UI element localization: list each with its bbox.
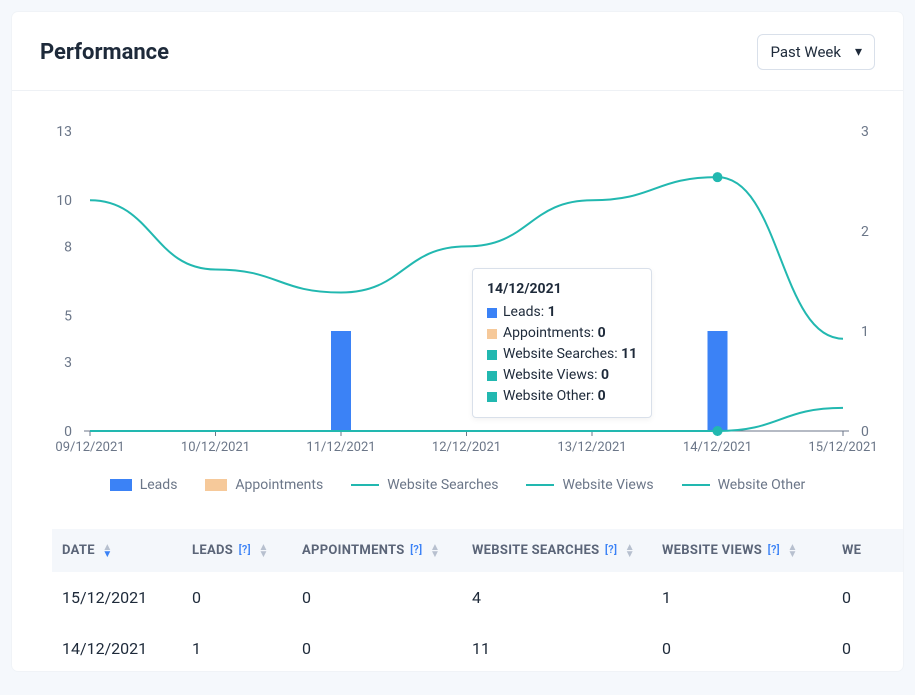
- svg-text:3: 3: [861, 124, 869, 140]
- col-leads[interactable]: LEADS [?] ▲▼: [182, 529, 292, 572]
- svg-text:11/12/2021: 11/12/2021: [306, 440, 375, 455]
- svg-text:1: 1: [861, 324, 869, 340]
- help-icon[interactable]: [?]: [239, 543, 251, 556]
- legend-swatch-other: [682, 484, 710, 486]
- svg-text:12/12/2021: 12/12/2021: [432, 440, 501, 455]
- svg-text:13/12/2021: 13/12/2021: [557, 440, 626, 455]
- help-icon[interactable]: [?]: [605, 543, 617, 556]
- page-title: Performance: [40, 40, 169, 65]
- table-cell: 0: [292, 623, 462, 671]
- legend-views[interactable]: Website Views: [526, 477, 653, 493]
- timerange-dropdown[interactable]: Past Week ▾: [757, 34, 875, 70]
- sort-icon: ▲▼: [430, 544, 440, 558]
- table-cell: 0: [652, 623, 832, 671]
- col-date[interactable]: DATE ▲▼: [52, 529, 182, 572]
- chart-canvas: 0 3 5 8 10 13 0 1 2 3 09/12/2021 10/12/2021 11/12/20…: [12, 111, 903, 471]
- table-header-row: DATE ▲▼ LEADS [?] ▲▼ APPOINTMENTS [?] ▲▼: [52, 529, 903, 572]
- tooltip-swatch: [487, 329, 497, 339]
- performance-chart[interactable]: 0 3 5 8 10 13 0 1 2 3 09/12/2021 10/12/2021 11/12/20…: [12, 111, 903, 511]
- table-cell: 0: [832, 623, 903, 671]
- sort-icon: ▲▼: [102, 544, 112, 558]
- table-cell: 14/12/2021: [52, 623, 182, 671]
- table-cell: 0: [292, 572, 462, 623]
- table-cell: 4: [462, 572, 652, 623]
- tooltip-row: Website Searches: 11: [487, 344, 637, 365]
- svg-text:2: 2: [861, 224, 869, 240]
- svg-text:5: 5: [64, 309, 72, 325]
- legend-swatch-searches: [351, 484, 379, 486]
- table-cell: 15/12/2021: [52, 572, 182, 623]
- svg-text:0: 0: [64, 424, 72, 440]
- chevron-down-icon: ▾: [855, 44, 862, 60]
- tooltip-row: Leads: 1: [487, 302, 637, 323]
- timerange-selected: Past Week: [770, 43, 841, 61]
- svg-text:10: 10: [56, 193, 72, 209]
- sort-icon: ▲▼: [258, 544, 268, 558]
- tooltip-swatch: [487, 371, 497, 381]
- svg-text:14/12/2021: 14/12/2021: [683, 440, 752, 455]
- table-cell: 11: [462, 623, 652, 671]
- svg-text:3: 3: [64, 355, 72, 371]
- legend-searches[interactable]: Website Searches: [351, 477, 498, 493]
- card-header: Performance Past Week ▾: [12, 12, 903, 91]
- svg-text:0: 0: [861, 424, 869, 440]
- svg-text:13: 13: [56, 124, 72, 140]
- tooltip-row: Appointments: 0: [487, 323, 637, 344]
- col-other[interactable]: WE: [832, 529, 903, 572]
- svg-text:10/12/2021: 10/12/2021: [181, 440, 250, 455]
- tooltip-row: Website Views: 0: [487, 365, 637, 386]
- legend-swatch-views: [526, 484, 554, 486]
- performance-card: Performance Past Week ▾ 03581013012309/1…: [12, 12, 903, 671]
- col-appointments[interactable]: APPOINTMENTS [?] ▲▼: [292, 529, 462, 572]
- table-row[interactable]: 15/12/202100410: [52, 572, 903, 623]
- legend-swatch-appointments: [205, 479, 227, 491]
- tooltip-date: 14/12/2021: [487, 279, 637, 300]
- legend-other[interactable]: Website Other: [682, 477, 806, 493]
- legend-leads[interactable]: Leads: [110, 477, 178, 493]
- tooltip-swatch: [487, 350, 497, 360]
- table-cell: 1: [652, 572, 832, 623]
- svg-text:8: 8: [64, 239, 72, 255]
- table-cell: 1: [182, 623, 292, 671]
- col-views[interactable]: WEBSITE VIEWS [?] ▲▼: [652, 529, 832, 572]
- chart-legend: Leads Appointments Website Searches Webs…: [12, 477, 903, 493]
- data-table: DATE ▲▼ LEADS [?] ▲▼ APPOINTMENTS [?] ▲▼: [52, 529, 903, 671]
- tooltip-row: Website Other: 0: [487, 386, 637, 407]
- table-row[interactable]: 14/12/2021101100: [52, 623, 903, 671]
- chart-tooltip: 14/12/2021 Leads: 1Appointments: 0Websit…: [472, 268, 652, 418]
- legend-swatch-leads: [110, 479, 132, 491]
- sort-icon: ▲▼: [625, 544, 635, 558]
- col-searches[interactable]: WEBSITE SEARCHES [?] ▲▼: [462, 529, 652, 572]
- help-icon[interactable]: [?]: [410, 543, 422, 556]
- svg-text:09/12/2021: 09/12/2021: [55, 440, 124, 455]
- tooltip-swatch: [487, 392, 497, 402]
- legend-appointments[interactable]: Appointments: [205, 477, 323, 493]
- data-table-wrap: DATE ▲▼ LEADS [?] ▲▼ APPOINTMENTS [?] ▲▼: [12, 529, 903, 671]
- help-icon[interactable]: [?]: [768, 543, 780, 556]
- sort-icon: ▲▼: [788, 544, 798, 558]
- svg-text:15/12/2021: 15/12/2021: [808, 440, 877, 455]
- table-cell: 0: [832, 572, 903, 623]
- table-cell: 0: [182, 572, 292, 623]
- tooltip-swatch: [487, 308, 497, 318]
